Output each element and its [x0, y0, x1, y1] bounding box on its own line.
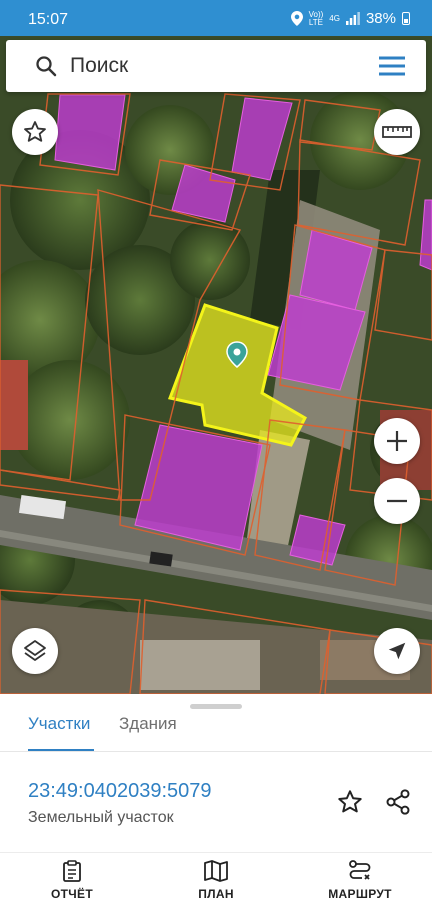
status-indicators: Vo)) LTE 4G 38%: [290, 10, 410, 27]
tab-bar: Участки Здания: [0, 710, 432, 752]
map-icon: [204, 860, 228, 882]
plus-icon: [387, 431, 407, 451]
zoom-out-button[interactable]: [374, 478, 420, 524]
share-icon[interactable]: [384, 788, 412, 816]
route-icon: [349, 860, 371, 880]
status-bar: 15:07 Vo)) LTE 4G 38%: [0, 0, 432, 36]
layers-button[interactable]: [12, 628, 58, 674]
zoom-in-button[interactable]: [374, 418, 420, 464]
signal-type: 4G: [329, 13, 340, 23]
nav-report[interactable]: ОТЧЁТ: [12, 857, 132, 907]
minus-icon: [387, 499, 407, 503]
star-icon: [24, 121, 46, 142]
parcel-type: Земельный участок: [28, 809, 174, 826]
volte-bottom: LTE: [308, 17, 323, 27]
nav-plan[interactable]: ПЛАН: [156, 857, 276, 907]
ruler-icon: [382, 126, 412, 138]
satellite-map: [0, 36, 432, 694]
nav-plan-label: ПЛАН: [198, 887, 234, 901]
favorite-map-button[interactable]: [12, 109, 58, 155]
tab-parcels[interactable]: Участки: [28, 714, 94, 751]
bottom-navigation: ОТЧЁТ ПЛАН МАРШРУТ: [0, 852, 432, 910]
nav-route-label: МАРШРУТ: [328, 887, 392, 901]
my-location-button[interactable]: [374, 628, 420, 674]
star-icon[interactable]: [336, 788, 364, 816]
nav-report-label: ОТЧЁТ: [51, 887, 93, 901]
map-view[interactable]: [0, 36, 432, 694]
battery-icon: [402, 12, 410, 25]
tab-buildings[interactable]: Здания: [119, 714, 189, 751]
search-icon[interactable]: [34, 54, 58, 78]
menu-icon[interactable]: [378, 54, 406, 78]
cadastral-number[interactable]: 23:49:0402039:5079: [28, 780, 212, 803]
layers-icon: [24, 640, 46, 661]
signal-icon: [345, 12, 360, 25]
clipboard-icon: [63, 860, 81, 882]
drag-handle[interactable]: [190, 704, 242, 709]
search-input[interactable]: [70, 51, 350, 81]
ruler-button[interactable]: [374, 109, 420, 155]
navigation-arrow-icon: [388, 642, 406, 660]
nav-route[interactable]: МАРШРУТ: [300, 857, 420, 907]
volte-indicator: Vo)) LTE: [308, 10, 324, 27]
location-icon: [290, 11, 303, 26]
battery-percent: 38%: [365, 10, 396, 27]
search-bar: [6, 40, 426, 92]
status-time: 15:07: [28, 11, 69, 28]
